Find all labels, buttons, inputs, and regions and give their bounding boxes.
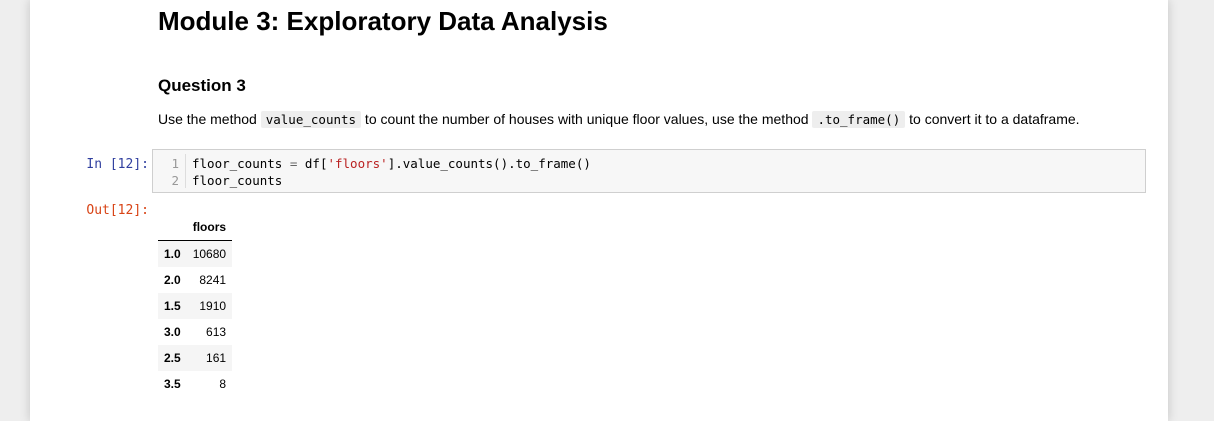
code-token-operator: = xyxy=(282,156,305,171)
table-row: 2.0 8241 xyxy=(158,267,232,293)
row-index: 2.0 xyxy=(164,273,181,287)
row-value: 613 xyxy=(206,325,227,339)
notebook-container: Module 3: Exploratory Data Analysis Ques… xyxy=(30,0,1168,421)
inline-code-to-frame: .to_frame() xyxy=(812,111,906,128)
line-number: 2 xyxy=(171,173,179,188)
table-row: 3.0 613 xyxy=(158,319,232,345)
code-token-variable: floor_counts xyxy=(192,156,283,171)
code-cell-editor[interactable]: 1 floor_counts = df['floors'].value_count… xyxy=(152,149,1146,193)
code-line-2[interactable]: 2 floor_counts xyxy=(153,172,282,189)
table-row: 1.0 10680 xyxy=(158,240,233,267)
inline-code-value-counts: value_counts xyxy=(260,111,362,128)
input-prompt: In [12]: xyxy=(86,157,149,172)
row-index: 1.5 xyxy=(164,299,181,313)
page-title: Module 3: Exploratory Data Analysis xyxy=(158,6,608,36)
row-index: 3.5 xyxy=(164,377,181,391)
code-line-1[interactable]: 1 floor_counts = df['floors'].value_count… xyxy=(153,155,591,172)
output-prompt: Out[12]: xyxy=(86,203,149,218)
code-token-variable: floor_counts xyxy=(192,173,283,188)
row-value: 8241 xyxy=(199,273,227,287)
table-row: 2.5 161 xyxy=(158,345,233,371)
instruction-part-2: to count the number of houses with uniqu… xyxy=(361,111,813,127)
row-value: 1910 xyxy=(199,299,227,313)
index-header xyxy=(158,214,187,241)
instruction-text: Use the method value_counts to count the… xyxy=(158,109,1080,130)
column-header-floors: floors xyxy=(186,214,233,241)
instruction-part-1: Use the method xyxy=(158,111,261,127)
dataframe-output-table: floors 1.0 10680 2.0 8241 1.5 1910 3.0 6… xyxy=(158,214,233,397)
table-header-row: floors xyxy=(158,214,233,241)
instruction-part-3: to convert it to a dataframe. xyxy=(905,111,1080,127)
code-token-string: 'floors' xyxy=(327,156,388,171)
row-index: 2.5 xyxy=(164,351,181,365)
line-number: 1 xyxy=(171,156,179,171)
table-row: 3.5 8 xyxy=(158,371,232,397)
row-value: 8 xyxy=(219,377,227,391)
code-token-call: df[ xyxy=(304,156,328,171)
row-index: 3.0 xyxy=(164,325,181,339)
question-heading: Question 3 xyxy=(158,76,246,95)
row-index: 1.0 xyxy=(164,247,181,261)
table-row: 1.5 1910 xyxy=(158,293,233,319)
row-value: 10680 xyxy=(192,247,227,261)
code-token-method-chain: ].value_counts().to_frame() xyxy=(387,156,591,171)
row-value: 161 xyxy=(206,351,227,365)
